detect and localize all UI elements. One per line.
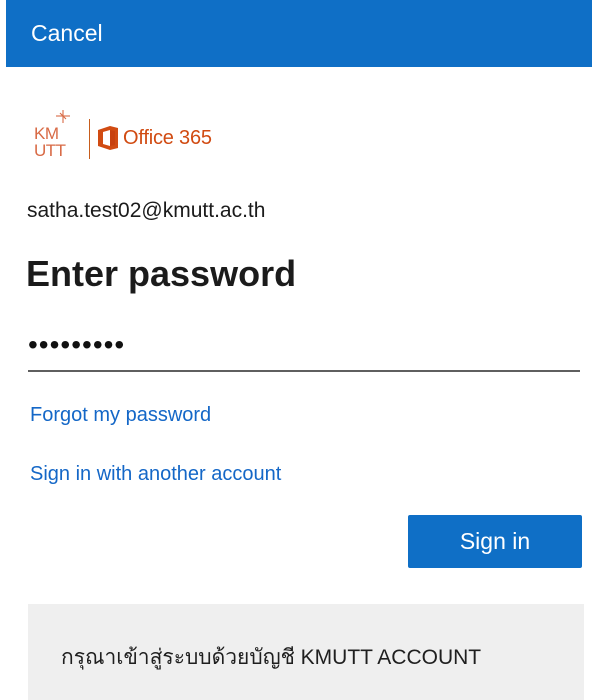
sign-in-screen: Cancel KM UTT Office 365 satha.test02@km… [0, 0, 592, 700]
cancel-button[interactable]: Cancel [31, 19, 103, 47]
top-bar: Cancel [6, 0, 592, 67]
password-field[interactable]: ••••••••• [28, 326, 580, 372]
office-icon [98, 126, 118, 150]
sign-in-button[interactable]: Sign in [408, 515, 582, 568]
forgot-password-link[interactable]: Forgot my password [30, 403, 211, 427]
kmutt-logo-icon: KM UTT [34, 110, 70, 160]
brand-logo-row: KM UTT Office 365 [33, 108, 333, 160]
sign-in-another-account-link[interactable]: Sign in with another account [30, 462, 281, 486]
left-edge [0, 0, 6, 700]
office-365-logo-text: Office 365 [123, 127, 212, 149]
account-notice-panel: กรุณาเข้าสู่ระบบด้วยบัญชี KMUTT ACCOUNT [28, 604, 584, 700]
page-title: Enter password [26, 253, 297, 294]
logo-divider [89, 119, 90, 159]
password-masked-value: ••••••••• [28, 329, 126, 360]
account-email: satha.test02@kmutt.ac.th [27, 199, 266, 222]
account-notice-text: กรุณาเข้าสู่ระบบด้วยบัญชี KMUTT ACCOUNT [61, 646, 482, 669]
svg-text:UTT: UTT [34, 141, 66, 160]
